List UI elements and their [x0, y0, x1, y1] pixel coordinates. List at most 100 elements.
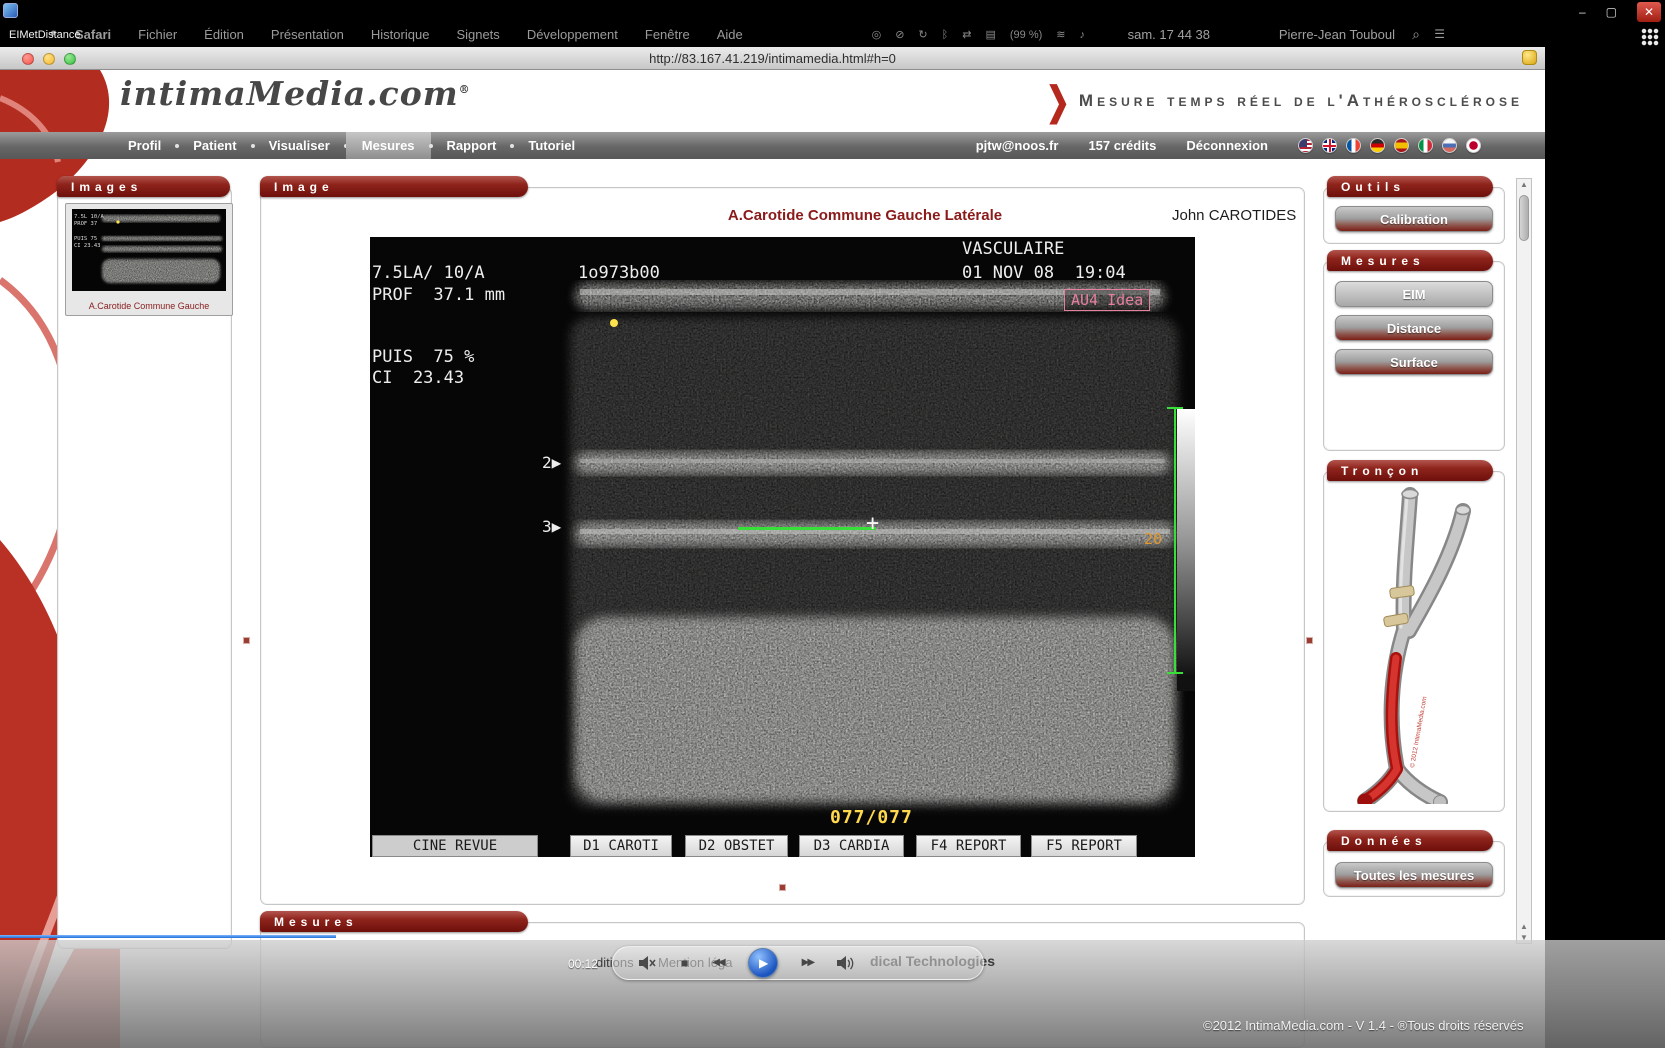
- nav-tutoriel[interactable]: Tutoriel: [512, 132, 591, 159]
- flag-us-icon[interactable]: [1298, 138, 1313, 153]
- image-caption: A.Carotide Commune Gauche Latérale: [640, 207, 1090, 224]
- flag-jp-icon[interactable]: [1466, 138, 1481, 153]
- timemachine-icon[interactable]: ↻: [918, 28, 927, 41]
- thumbnail-image[interactable]: 7.5L 10/A PROF 37 PUIS 75 CI 23.43: [72, 209, 226, 291]
- us-depth-label: PROF 37.1 mm: [372, 285, 505, 305]
- segment-panel-header: Tronçon: [1327, 460, 1493, 481]
- grid-icon[interactable]: [1641, 28, 1659, 46]
- panel-resize-handle-right[interactable]: [1306, 637, 1313, 644]
- us-probe-label: 7.5LA/ 10/A: [372, 263, 485, 283]
- artery-watermark: © 2012 IntimaMedia.com: [1408, 696, 1428, 769]
- panel-resize-handle-bottom[interactable]: [779, 884, 786, 891]
- softkey-cardia[interactable]: D3 CARDIA: [799, 835, 904, 857]
- ruler-tick-bottom: [1167, 672, 1183, 674]
- dnd-icon[interactable]: ⊘: [895, 28, 904, 41]
- tagline-text: Mesure temps réel de l'Athérosclérose: [1079, 91, 1523, 111]
- menu-edition[interactable]: Édition: [204, 27, 244, 42]
- notification-icon[interactable]: ☰: [1434, 27, 1445, 41]
- display-icon[interactable]: ▤: [985, 28, 995, 41]
- flag-de-icon[interactable]: [1370, 138, 1385, 153]
- flag-uk-icon[interactable]: [1322, 138, 1337, 153]
- registered-mark: ®: [459, 83, 471, 96]
- address-bar[interactable]: http://83.167.41.219/intimamedia.html#h=…: [0, 51, 1545, 66]
- softkey-report-f5[interactable]: F5 REPORT: [1031, 835, 1137, 857]
- maximize-button[interactable]: ▢: [1606, 5, 1617, 19]
- menubar-clock[interactable]: sam. 17 44 38: [1128, 27, 1210, 42]
- menubar-status-icons: ◎ ⊘ ↻ ᛒ ⇄ ▤ (99 %) ≋ ♪: [872, 28, 1085, 41]
- ruler-tick-top: [1167, 407, 1183, 409]
- softkey-report-f4[interactable]: F4 REPORT: [916, 835, 1021, 857]
- menu-presentation[interactable]: Présentation: [271, 27, 344, 42]
- thumbnail-card[interactable]: 7.5L 10/A PROF 37 PUIS 75 CI 23.43 A.Car…: [65, 203, 233, 316]
- menu-developpement[interactable]: Développement: [527, 27, 618, 42]
- video-controls: ■ ◀◀ ▶ ▶▶: [612, 946, 984, 980]
- thumb-overlay-3: PUIS 75: [74, 236, 97, 242]
- nav-rapport[interactable]: Rapport: [431, 132, 513, 159]
- menu-fenetre[interactable]: Fenêtre: [645, 27, 690, 42]
- scrollbar-thumb[interactable]: [1519, 195, 1529, 241]
- rewind-button[interactable]: ◀◀: [712, 958, 723, 968]
- flag-ru-icon[interactable]: [1442, 138, 1457, 153]
- softkey-cine-revue[interactable]: CINE REVUE: [372, 835, 538, 857]
- panel-resize-handle-left[interactable]: [243, 637, 250, 644]
- us-mode-label: VASCULAIRE: [962, 239, 1064, 259]
- us-preset-badge: AU4 Idea: [1064, 289, 1150, 311]
- menu-fichier[interactable]: Fichier: [138, 27, 177, 42]
- artery-diagram[interactable]: © 2012 IntimaMedia.com: [1330, 482, 1498, 804]
- menu-signets[interactable]: Signets: [456, 27, 499, 42]
- account-email[interactable]: pjtw@noos.fr: [976, 138, 1059, 153]
- ultrasound-speckle: [370, 237, 1195, 857]
- bluetooth-icon[interactable]: ᛒ: [942, 29, 949, 41]
- flag-it-icon[interactable]: [1418, 138, 1433, 153]
- play-button[interactable]: ▶: [748, 948, 778, 978]
- close-button[interactable]: ✕: [1637, 2, 1661, 22]
- depth-scale-label: 20: [1144, 530, 1162, 548]
- mute-icon[interactable]: [639, 956, 657, 970]
- measurement-line[interactable]: [738, 527, 876, 530]
- video-time: 00:12: [568, 957, 598, 971]
- calibration-button[interactable]: Calibration: [1335, 206, 1493, 232]
- progress-line: [0, 935, 336, 938]
- flag-fr-icon[interactable]: [1346, 138, 1361, 153]
- us-ci-label: CI 23.43: [372, 368, 464, 388]
- volume-icon[interactable]: ♪: [1080, 29, 1086, 41]
- credits-label[interactable]: 157 crédits: [1088, 138, 1156, 153]
- flag-es-icon[interactable]: [1394, 138, 1409, 153]
- logout-link[interactable]: Déconnexion: [1186, 138, 1268, 153]
- download-badge-icon[interactable]: [1522, 50, 1537, 65]
- stop-button[interactable]: ■: [681, 957, 688, 969]
- spotlight-icon[interactable]: ⌕: [1412, 26, 1420, 43]
- site-logo[interactable]: intimaMedia.com®: [120, 74, 471, 113]
- softkey-caroti[interactable]: D1 CAROTI: [570, 835, 672, 857]
- wifi-icon[interactable]: ≋: [1056, 28, 1065, 41]
- menu-historique[interactable]: Historique: [371, 27, 430, 42]
- mac-menubar: ● Safari Fichier Édition Présentation Hi…: [0, 24, 1545, 46]
- distance-button[interactable]: Distance: [1335, 315, 1493, 341]
- depth-ruler: [1174, 407, 1176, 674]
- nav-patient[interactable]: Patient: [177, 132, 252, 159]
- browser-titlebar: http://83.167.41.219/intimamedia.html#h=…: [0, 47, 1545, 70]
- measurement-cursor[interactable]: +: [866, 511, 879, 536]
- nav-mesures[interactable]: Mesures: [346, 132, 431, 159]
- app-icon: [3, 3, 18, 18]
- minimize-button[interactable]: –: [1579, 5, 1586, 19]
- all-measures-button[interactable]: Toutes les mesures: [1335, 862, 1493, 888]
- nav-profil[interactable]: Profil: [112, 132, 177, 159]
- webpage: intimaMedia.com® ❯ Mesure temps réel de …: [0, 70, 1545, 1048]
- ultrasound-image[interactable]: VASCULAIRE 7.5LA/ 10/A 1o973b00 01 NOV 0…: [370, 237, 1195, 857]
- video-control-bar: ditions Mention léga dical Technologies …: [0, 940, 1665, 1048]
- scroll-up-icon[interactable]: ▲: [1517, 180, 1531, 189]
- eim-button[interactable]: EIM: [1335, 281, 1493, 307]
- scroll-up2-icon[interactable]: ▲: [1517, 922, 1531, 931]
- nav-visualiser[interactable]: Visualiser: [253, 132, 346, 159]
- input-icon[interactable]: ⇄: [962, 28, 971, 41]
- menubar-user[interactable]: Pierre-Jean Touboul: [1279, 27, 1395, 42]
- menu-items: Safari Fichier Édition Présentation Hist…: [75, 27, 743, 42]
- surface-button[interactable]: Surface: [1335, 349, 1493, 375]
- softkey-obstet[interactable]: D2 OBSTET: [685, 835, 788, 857]
- scrollbar[interactable]: ▲ ▲ ▼: [1516, 178, 1532, 944]
- volume-speaker-icon[interactable]: [837, 956, 857, 970]
- menu-aide[interactable]: Aide: [717, 27, 743, 42]
- forward-button[interactable]: ▶▶: [802, 958, 813, 968]
- sync-icon[interactable]: ◎: [872, 28, 882, 41]
